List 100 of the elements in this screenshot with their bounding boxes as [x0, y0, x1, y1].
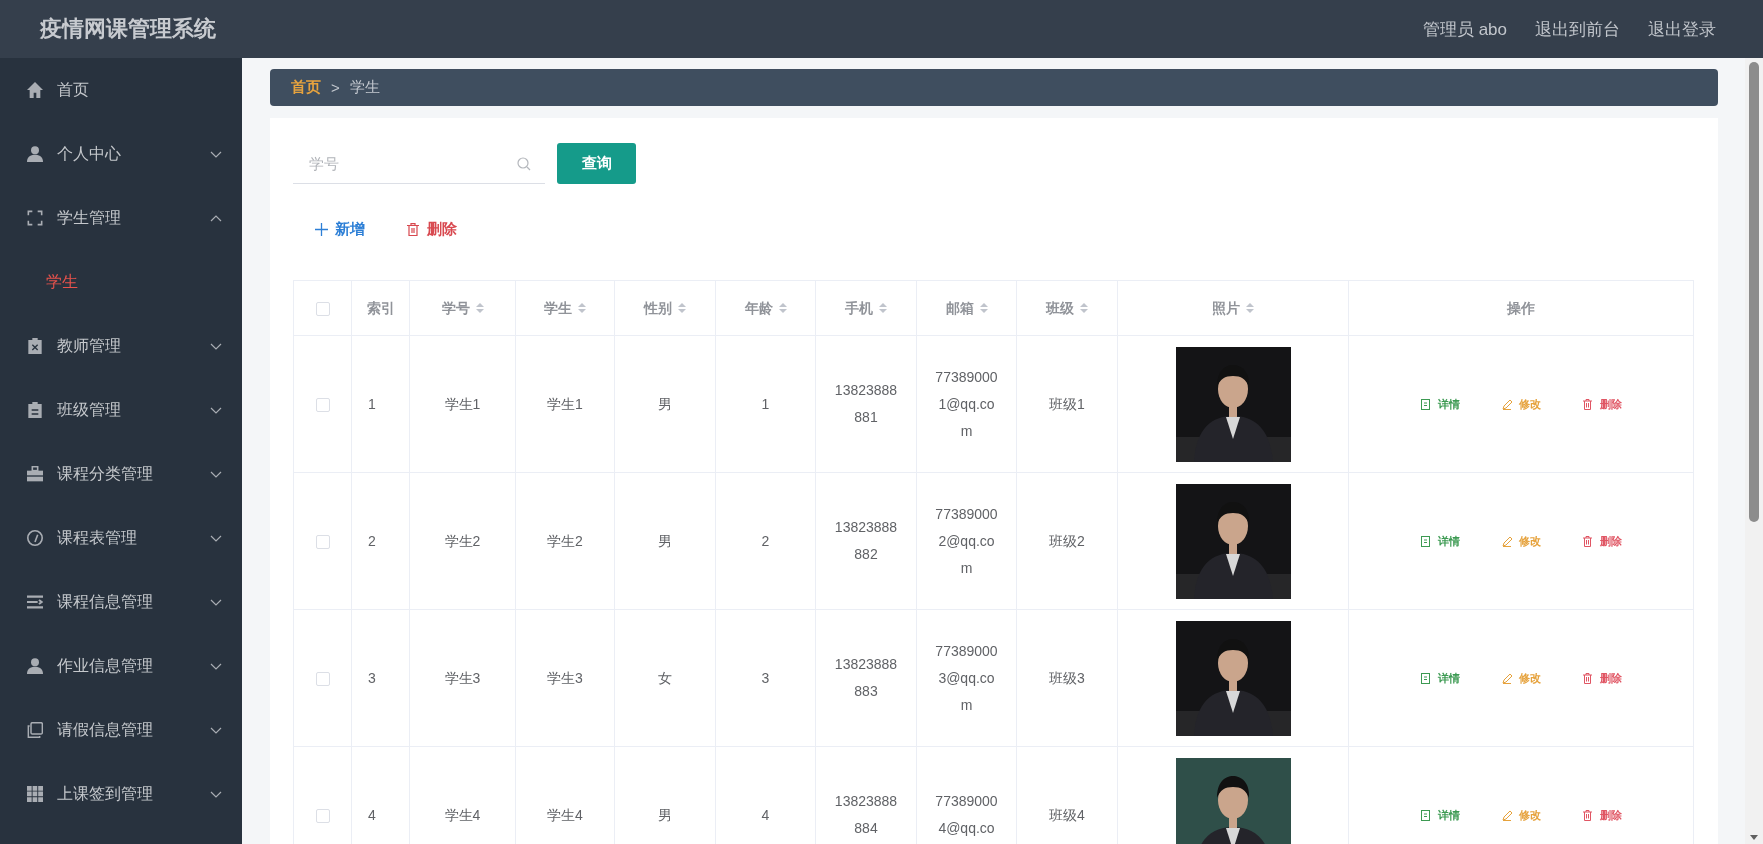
sidebar-item[interactable]: 个人中心 [0, 122, 242, 186]
sidebar-item[interactable]: 首页 [0, 58, 242, 122]
table-cell: 13823888884 [834, 793, 898, 836]
row-checkbox[interactable] [315, 397, 330, 412]
table-cell: 3 [368, 669, 376, 686]
view-action-button[interactable]: 详情 [1418, 668, 1462, 688]
clipboard-icon [27, 402, 43, 418]
delete-action-button[interactable]: 删除 [1580, 394, 1624, 414]
delete-action-button[interactable]: 删除 [1580, 805, 1624, 825]
briefcase-icon [27, 466, 43, 482]
table-cell: 773890002@qq.com [935, 505, 998, 576]
sidebar-item[interactable]: 课程信息管理 [0, 570, 242, 634]
delete-action-button[interactable]: 删除 [1580, 531, 1624, 551]
table-cell: 班级2 [1049, 532, 1085, 549]
sidebar-item[interactable]: 班级管理 [0, 378, 242, 442]
plus-icon [315, 222, 328, 236]
sidebar-item[interactable]: 教师管理 [0, 314, 242, 378]
table-cell: 男 [658, 395, 672, 412]
view-action-button[interactable]: 详情 [1418, 531, 1462, 551]
table-cell: 13823888883 [834, 656, 898, 699]
table-cell: 学生3 [444, 669, 481, 686]
table-cell: 773890001@qq.com [935, 368, 998, 439]
table-cell: 班级3 [1049, 669, 1085, 686]
table-cell: 男 [658, 532, 672, 549]
pencil-icon [1501, 535, 1513, 547]
sidebar-item[interactable]: 学生管理 [0, 186, 242, 250]
home-icon [27, 82, 43, 98]
header-link[interactable]: 退出到前台 [1535, 17, 1620, 41]
sidebar-item[interactable]: 上课签到管理 [0, 762, 242, 826]
person-icon [27, 658, 43, 674]
sidebar-subitem[interactable]: 学生 [0, 250, 242, 314]
table-cell: 13823888882 [834, 519, 898, 562]
table-cell: 女 [658, 669, 672, 686]
grid-icon [27, 786, 43, 802]
sidebar-item[interactable]: 课程分类管理 [0, 442, 242, 506]
table-cell: 学生1 [444, 395, 481, 412]
table-cell: 1 [368, 395, 376, 412]
sidebar-item[interactable]: 课程表管理 [0, 506, 242, 570]
sidebar-item[interactable]: 作业信息管理 [0, 634, 242, 698]
table-cell: 学生4 [444, 806, 481, 823]
document-icon [1420, 672, 1432, 684]
view-action-button[interactable]: 详情 [1418, 805, 1462, 825]
gauge-icon [27, 530, 43, 546]
edit-action-button[interactable]: 修改 [1499, 394, 1543, 414]
bracket-frame-icon [27, 210, 43, 226]
edit-action-button[interactable]: 修改 [1499, 668, 1543, 688]
search-field[interactable]: 学号 [293, 143, 545, 184]
row-checkbox[interactable] [315, 808, 330, 823]
table-cell: 2 [761, 532, 770, 549]
table-cell: 773890004@qq.co [935, 793, 998, 836]
column-header: 索引 [366, 298, 395, 318]
table-cell: 男 [658, 806, 672, 823]
table-cell: 班级1 [1049, 395, 1085, 412]
sidebar-item[interactable]: 请假信息管理 [0, 698, 242, 762]
edit-action-button[interactable]: 修改 [1499, 805, 1543, 825]
column-header: 操作 [1507, 298, 1535, 318]
breadcrumb-separator: > [331, 79, 340, 96]
table-cell: 4 [761, 806, 770, 823]
query-button[interactable]: 查询 [557, 143, 636, 184]
person-icon [27, 146, 43, 162]
pencil-icon [1501, 672, 1513, 684]
clipboard-icon [27, 338, 43, 354]
table-cell: 1 [761, 395, 770, 412]
table-cell: 学生2 [444, 532, 481, 549]
table-cell: 13823888881 [834, 382, 898, 425]
select-all-checkbox[interactable] [315, 301, 330, 316]
table-cell: 4 [368, 806, 376, 823]
trash-icon [1582, 535, 1594, 547]
trash-icon [1582, 809, 1594, 821]
table-cell: 2 [368, 532, 376, 549]
header-link[interactable]: 管理员 abo [1422, 17, 1507, 41]
header-link[interactable]: 退出登录 [1648, 17, 1716, 41]
copy-icon [27, 722, 43, 738]
document-icon [1420, 809, 1432, 821]
view-action-button[interactable]: 详情 [1418, 394, 1462, 414]
pencil-icon [1501, 809, 1513, 821]
search-icon [517, 157, 531, 171]
breadcrumb-item: 学生 [349, 78, 380, 97]
row-checkbox[interactable] [315, 534, 330, 549]
breadcrumb-item[interactable]: 首页 [291, 78, 321, 97]
list-icon [27, 594, 43, 610]
edit-action-button[interactable]: 修改 [1499, 531, 1543, 551]
delete-button[interactable]: 删除 [405, 215, 459, 243]
pencil-icon [1501, 398, 1513, 410]
scroll-down-icon[interactable] [1750, 835, 1758, 840]
scrollbar-thumb[interactable] [1749, 62, 1759, 522]
delete-action-button[interactable]: 删除 [1580, 668, 1624, 688]
row-checkbox[interactable] [315, 671, 330, 686]
add-button[interactable]: 新增 [313, 215, 367, 243]
app-title: 疫情网课管理系统 [39, 15, 217, 43]
trash-icon [1582, 398, 1594, 410]
table-cell: 773890003@qq.com [935, 642, 998, 713]
trash-icon [1582, 672, 1594, 684]
table-cell: 学生1 [547, 395, 583, 412]
column-header[interactable]: 照片 [1212, 294, 1254, 322]
table-cell: 3 [761, 669, 770, 686]
table-cell: 班级4 [1049, 806, 1085, 823]
table-cell: 学生2 [547, 532, 583, 549]
trash-icon [407, 222, 420, 236]
document-icon [1420, 535, 1432, 547]
